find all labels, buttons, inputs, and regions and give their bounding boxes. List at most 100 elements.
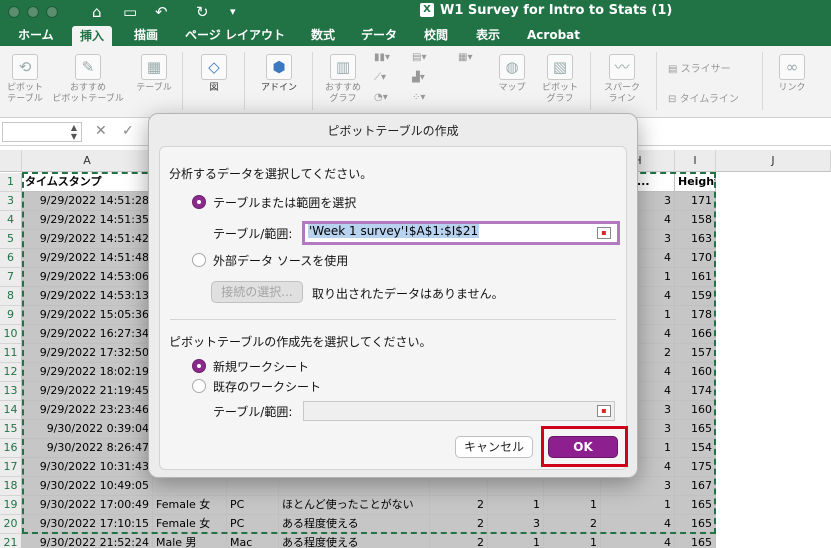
radio-existing-worksheet[interactable] — [192, 379, 206, 393]
row-header[interactable]: 1 — [0, 173, 22, 192]
column-header-j[interactable]: J — [716, 150, 831, 172]
waterfall-chart-icon[interactable]: ▟▾ — [412, 72, 425, 83]
column-chart-icon[interactable]: ▮▮▾ — [374, 52, 390, 63]
radio-table-range[interactable] — [192, 195, 206, 209]
sparkline-button[interactable]: 〰 スパーク ライン — [596, 54, 648, 105]
table-cell[interactable] — [430, 477, 488, 496]
table-cell[interactable]: 165 — [675, 496, 716, 515]
table-cell[interactable]: 9/30/2022 0:39:04 — [22, 420, 153, 439]
tab-home[interactable]: ホーム — [18, 27, 54, 43]
table-cell[interactable]: 4 — [601, 534, 675, 548]
table-cell[interactable]: 157 — [675, 344, 716, 363]
range-collapse-icon[interactable]: ▪ — [597, 227, 611, 239]
link-button[interactable]: ∞ リンク — [772, 54, 812, 94]
table-cell[interactable]: 154 — [675, 439, 716, 458]
table-cell[interactable]: 171 — [675, 192, 716, 211]
name-box-stepper-icon[interactable]: ▲ ▼ — [71, 123, 77, 141]
row-header[interactable]: 7 — [0, 268, 22, 287]
table-cell[interactable]: 2 — [430, 496, 488, 515]
table-cell[interactable]: 9/29/2022 14:51:42 — [22, 230, 153, 249]
row-header[interactable]: 16 — [0, 439, 22, 458]
table-cell[interactable]: 160 — [675, 401, 716, 420]
row-header[interactable]: 20 — [0, 515, 22, 534]
column-header-a[interactable]: A — [22, 150, 153, 172]
hierarchy-chart-icon[interactable]: ▦▾ — [458, 52, 472, 63]
tab-formulas[interactable]: 数式 — [311, 27, 335, 43]
row-header[interactable]: 17 — [0, 458, 22, 477]
dest-range-input[interactable] — [303, 401, 615, 421]
table-cell[interactable]: 9/29/2022 17:32:50 — [22, 344, 153, 363]
table-cell[interactable]: 9/30/2022 21:52:24 — [22, 534, 153, 548]
table-cell[interactable]: 174 — [675, 382, 716, 401]
table-cell[interactable]: 161 — [675, 268, 716, 287]
enter-formula-icon[interactable]: ✓ — [122, 123, 134, 139]
table-cell[interactable]: 4 — [601, 515, 675, 534]
table-cell[interactable]: Mac — [227, 534, 279, 548]
radio-existing-worksheet-label[interactable]: 既存のワークシート — [213, 378, 321, 395]
table-cell[interactable]: 1 — [544, 534, 601, 548]
tab-insert[interactable]: 挿入 — [72, 26, 113, 46]
tab-draw[interactable]: 描画 — [134, 27, 158, 43]
table-cell[interactable]: 9/30/2022 17:00:49 — [22, 496, 153, 515]
row-header[interactable]: 9 — [0, 306, 22, 325]
column-header-i[interactable]: I — [675, 150, 716, 172]
table-cell[interactable]: 9/30/2022 8:26:47 — [22, 439, 153, 458]
table-cell[interactable]: ほとんど使ったことがない — [279, 496, 430, 515]
table-cell[interactable]: 3 — [601, 477, 675, 496]
radio-new-worksheet-label[interactable]: 新規ワークシート — [213, 358, 309, 375]
tab-data[interactable]: データ — [361, 27, 397, 43]
recommended-pivot-button[interactable]: ✎ おすすめ ピボットテーブル — [48, 54, 128, 105]
radio-table-range-label[interactable]: テーブルまたは範囲を選択 — [213, 194, 356, 211]
table-cell[interactable]: 9/29/2022 14:51:48 — [22, 249, 153, 268]
table-cell[interactable]: 178 — [675, 306, 716, 325]
table-cell[interactable] — [153, 477, 227, 496]
table-cell[interactable]: PC — [227, 496, 279, 515]
range-input[interactable]: 'Week 1 survey'!$A$1:$I$21 — [302, 221, 620, 245]
table-cell[interactable]: Female 女 — [153, 496, 227, 515]
table-cell[interactable]: 159 — [675, 287, 716, 306]
table-cell[interactable] — [279, 477, 430, 496]
table-cell[interactable] — [544, 477, 601, 496]
figure-button[interactable]: ◇ 図 — [194, 54, 234, 94]
map-button[interactable]: ◍ マップ — [492, 54, 532, 94]
cancel-button[interactable]: キャンセル — [455, 436, 533, 458]
cancel-formula-icon[interactable]: ✕ — [95, 123, 107, 139]
table-cell[interactable]: 9/30/2022 10:49:05 — [22, 477, 153, 496]
table-cell[interactable]: ある程度使える — [279, 534, 430, 548]
table-cell[interactable]: 9/29/2022 18:02:19 — [22, 363, 153, 382]
recommended-chart-button[interactable]: ▥ おすすめ グラフ — [318, 54, 368, 105]
table-cell[interactable]: 9/30/2022 17:10:15 — [22, 515, 153, 534]
table-cell[interactable]: Male 男 — [153, 534, 227, 548]
tab-review[interactable]: 校閲 — [424, 27, 448, 43]
table-cell[interactable]: 1 — [488, 496, 544, 515]
table-cell[interactable]: 1 — [544, 496, 601, 515]
radio-external-source[interactable] — [192, 253, 206, 267]
table-cell[interactable]: 166 — [675, 325, 716, 344]
row-header[interactable]: 14 — [0, 401, 22, 420]
tab-acrobat[interactable]: Acrobat — [527, 27, 580, 43]
table-cell[interactable]: 165 — [675, 420, 716, 439]
name-box[interactable]: ▲ ▼ — [2, 122, 82, 142]
table-cell[interactable]: 3 — [488, 515, 544, 534]
table-cell[interactable]: 9/29/2022 16:27:34 — [22, 325, 153, 344]
table-cell[interactable] — [227, 477, 279, 496]
table-cell[interactable]: 167 — [675, 477, 716, 496]
pie-chart-icon[interactable]: ◔▾ — [374, 92, 388, 103]
line-chart-icon[interactable]: ⟋▾ — [374, 72, 386, 83]
table-cell[interactable]: 160 — [675, 363, 716, 382]
table-cell[interactable]: 9/30/2022 10:31:43 — [22, 458, 153, 477]
timeline-button[interactable]: ⊟ タイムライン — [668, 90, 739, 105]
table-cell[interactable]: 170 — [675, 249, 716, 268]
table-cell[interactable]: 1 — [488, 534, 544, 548]
row-header[interactable]: 6 — [0, 249, 22, 268]
table-cell[interactable]: 9/29/2022 14:51:28 — [22, 192, 153, 211]
table-cell[interactable] — [488, 477, 544, 496]
dest-range-collapse-icon[interactable]: ▪ — [597, 405, 611, 417]
table-cell[interactable]: 2 — [430, 515, 488, 534]
tab-view[interactable]: 表示 — [476, 27, 500, 43]
row-header[interactable]: 3 — [0, 192, 22, 211]
table-cell[interactable]: 2 — [430, 534, 488, 548]
table-cell[interactable]: 9/29/2022 23:23:46 — [22, 401, 153, 420]
table-cell[interactable]: ある程度使える — [279, 515, 430, 534]
slicer-button[interactable]: ▤ スライサー — [668, 60, 731, 75]
